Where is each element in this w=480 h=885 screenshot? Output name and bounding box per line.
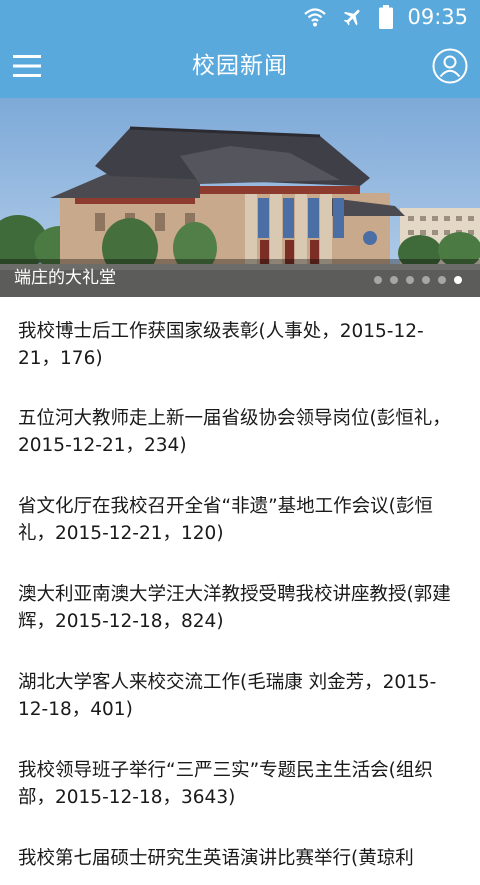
- carousel-dot[interactable]: [406, 276, 414, 284]
- news-item[interactable]: 五位河大教师走上新一届省级协会领导岗位(彭恒礼，2015-12-21，234): [0, 385, 480, 473]
- news-item[interactable]: 湖北大学客人来校交流工作(毛瑞康 刘金芳，2015-12-18，401): [0, 649, 480, 737]
- news-item[interactable]: 我校博士后工作获国家级表彰(人事处，2015-12-21，176): [0, 297, 480, 385]
- carousel-indicator: [374, 276, 462, 284]
- user-icon[interactable]: [432, 48, 468, 84]
- banner-carousel[interactable]: 端庄的大礼堂: [0, 98, 480, 297]
- page-title: 校园新闻: [192, 53, 288, 79]
- banner-caption: 端庄的大礼堂: [14, 268, 116, 288]
- airplane-icon: [341, 6, 365, 28]
- app-bar: 校园新闻: [0, 34, 480, 98]
- news-item[interactable]: 澳大利亚南澳大学汪大洋教授受聘我校讲座教授(郭建辉，2015-12-18，824…: [0, 561, 480, 649]
- carousel-dot[interactable]: [390, 276, 398, 284]
- carousel-dot-active[interactable]: [454, 276, 462, 284]
- status-time: 09:35: [407, 5, 468, 29]
- news-list: 我校博士后工作获国家级表彰(人事处，2015-12-21，176) 五位河大教师…: [0, 297, 480, 885]
- carousel-dot[interactable]: [374, 276, 382, 284]
- news-item[interactable]: 我校第七届硕士研究生英语演讲比赛举行(黄琼利: [0, 825, 480, 885]
- carousel-dot[interactable]: [438, 276, 446, 284]
- news-item[interactable]: 省文化厅在我校召开全省“非遗”基地工作会议(彭恒礼，2015-12-21，120…: [0, 473, 480, 561]
- news-item[interactable]: 我校领导班子举行“三严三实”专题民主生活会(组织部，2015-12-18，364…: [0, 737, 480, 825]
- status-bar: 09:35: [0, 0, 480, 34]
- battery-icon: [379, 5, 394, 29]
- wifi-icon: [303, 6, 327, 28]
- carousel-dot[interactable]: [422, 276, 430, 284]
